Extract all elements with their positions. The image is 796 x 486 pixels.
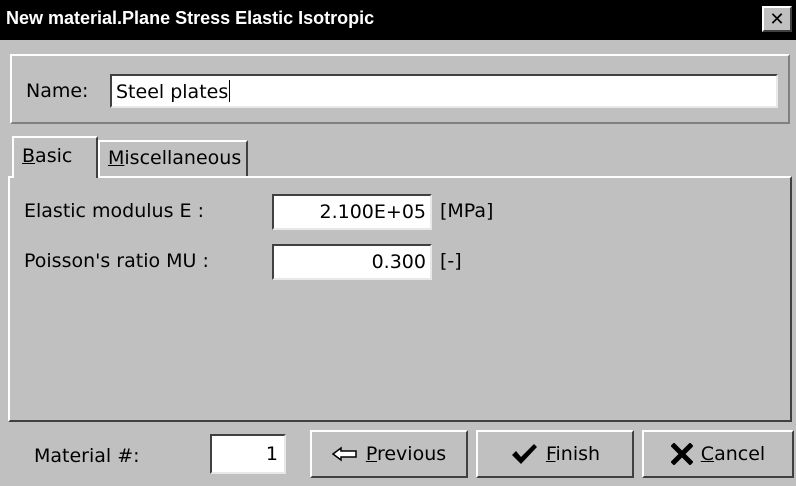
tab-misc-mnemonic: M — [108, 147, 125, 169]
tab-misc-label: iscellaneous — [124, 147, 242, 169]
previous-label: Previous — [365, 443, 447, 465]
elastic-modulus-unit: [MPa] — [440, 200, 494, 222]
finish-label: Finish — [545, 443, 601, 465]
finish-button[interactable]: Finish — [476, 430, 634, 478]
poisson-ratio-label: Poisson's ratio MU : — [24, 250, 209, 272]
text-caret — [229, 80, 231, 102]
name-input[interactable]: Steel plates — [110, 74, 778, 108]
close-button[interactable]: ✕ — [762, 6, 792, 32]
close-icon: ✕ — [769, 8, 785, 30]
tab-basic-mnemonic: B — [22, 145, 36, 167]
elastic-modulus-label: Elastic modulus E : — [24, 200, 204, 222]
x-icon — [670, 443, 693, 465]
arrow-left-icon — [331, 446, 358, 462]
window-title: New material.Plane Stress Elastic Isotro… — [6, 8, 375, 28]
cancel-button[interactable]: Cancel — [642, 430, 794, 478]
material-number-input[interactable]: 1 — [210, 434, 286, 474]
name-label: Name: — [26, 80, 89, 102]
checkmark-icon — [510, 442, 538, 466]
title-bar: New material.Plane Stress Elastic Isotro… — [0, 0, 796, 40]
name-panel: Name: Steel plates — [10, 54, 790, 124]
tab-basic-label: asic — [35, 145, 73, 167]
name-value: Steel plates — [116, 81, 229, 103]
poisson-ratio-input[interactable]: 0.300 — [272, 244, 432, 280]
material-number-label: Material #: — [34, 445, 140, 467]
previous-button[interactable]: Previous — [310, 430, 468, 478]
tab-basic[interactable]: Basic — [12, 136, 98, 178]
elastic-modulus-input[interactable]: 2.100E+05 — [272, 194, 432, 230]
tab-miscellaneous[interactable]: Miscellaneous — [98, 140, 248, 176]
poisson-ratio-unit: [-] — [440, 250, 462, 272]
cancel-label: Cancel — [700, 443, 766, 465]
